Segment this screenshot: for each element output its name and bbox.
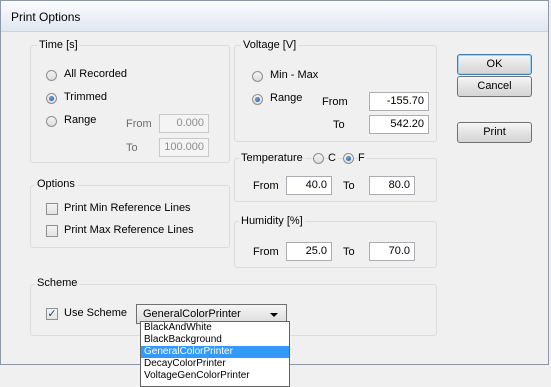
scheme-option[interactable]: VoltageGenColorPrinter <box>141 370 289 382</box>
temperature-from-label: From <box>253 180 279 192</box>
temperature-f-label[interactable]: F <box>358 152 367 164</box>
temperature-f-radio[interactable] <box>343 153 354 164</box>
temperature-c-label[interactable]: C <box>328 152 338 164</box>
time-group-label: Time [s] <box>37 39 80 51</box>
chevron-down-icon <box>270 313 278 317</box>
scheme-option-selected[interactable]: GeneralColorPrinter <box>141 346 289 358</box>
time-from-label: From <box>126 118 152 130</box>
scheme-dropdown-list[interactable]: BlackAndWhite BlackBackground GeneralCol… <box>140 321 290 387</box>
print-max-ref-checkbox[interactable] <box>46 225 58 237</box>
scheme-option[interactable]: DecayColorPrinter <box>141 358 289 370</box>
voltage-to-label: To <box>333 119 345 131</box>
voltage-group: Voltage [V] Min - Max Range From -155.70… <box>234 39 437 142</box>
humidity-group: Humidity [%] From 25.0 To 70.0 <box>234 215 437 268</box>
time-trimmed-radio[interactable] <box>46 93 57 104</box>
print-min-ref-label[interactable]: Print Min Reference Lines <box>64 202 191 214</box>
temperature-group: Temperature C F From 40.0 To 80.0 <box>234 152 437 202</box>
voltage-from-label: From <box>322 96 348 108</box>
time-to-label: To <box>126 142 138 154</box>
scheme-option[interactable]: BlackBackground <box>141 334 289 346</box>
time-all-recorded-label[interactable]: All Recorded <box>64 68 127 80</box>
humidity-to-field[interactable]: 70.0 <box>369 242 415 261</box>
time-all-recorded-radio[interactable] <box>46 70 57 81</box>
window-title: Print Options <box>11 10 81 24</box>
humidity-from-field[interactable]: 25.0 <box>286 242 332 261</box>
voltage-group-label: Voltage [V] <box>241 39 299 51</box>
print-max-ref-label[interactable]: Print Max Reference Lines <box>64 224 194 236</box>
time-trimmed-label[interactable]: Trimmed <box>64 91 107 103</box>
use-scheme-checkbox[interactable]: ✓ <box>46 308 58 320</box>
time-group: Time [s] All Recorded Trimmed Range From… <box>30 39 230 163</box>
temperature-from-field[interactable]: 40.0 <box>286 176 332 195</box>
voltage-minmax-label[interactable]: Min - Max <box>270 69 318 81</box>
use-scheme-label[interactable]: Use Scheme <box>64 307 127 319</box>
temperature-group-label: Temperature <box>239 152 305 164</box>
humidity-to-label: To <box>343 246 355 258</box>
print-button[interactable]: Print <box>457 122 532 143</box>
time-range-label[interactable]: Range <box>64 114 96 126</box>
scheme-select-value: GeneralColorPrinter <box>143 308 241 320</box>
temperature-to-label: To <box>343 180 355 192</box>
temperature-to-field[interactable]: 80.0 <box>369 176 415 195</box>
voltage-from-field[interactable]: -155.70 <box>369 92 429 111</box>
time-from-field[interactable]: 0.000 <box>159 114 209 133</box>
ok-button[interactable]: OK <box>457 54 532 75</box>
voltage-range-radio[interactable] <box>252 94 263 105</box>
scheme-option[interactable]: BlackAndWhite <box>141 322 289 334</box>
print-min-ref-checkbox[interactable] <box>46 203 58 215</box>
humidity-from-label: From <box>253 246 279 258</box>
temperature-c-radio[interactable] <box>313 153 324 164</box>
humidity-group-label: Humidity [%] <box>239 215 305 227</box>
cancel-button[interactable]: Cancel <box>457 76 532 97</box>
time-to-field[interactable]: 100.000 <box>159 138 209 157</box>
voltage-minmax-radio[interactable] <box>252 71 263 82</box>
voltage-to-field[interactable]: 542.20 <box>369 115 429 134</box>
scheme-group-label: Scheme <box>35 277 80 289</box>
title-bar[interactable]: Print Options <box>1 1 548 32</box>
time-range-radio[interactable] <box>46 116 57 127</box>
options-group-label: Options <box>35 178 77 190</box>
options-group: Options Print Min Reference Lines Print … <box>30 178 230 248</box>
voltage-range-label[interactable]: Range <box>270 92 302 104</box>
